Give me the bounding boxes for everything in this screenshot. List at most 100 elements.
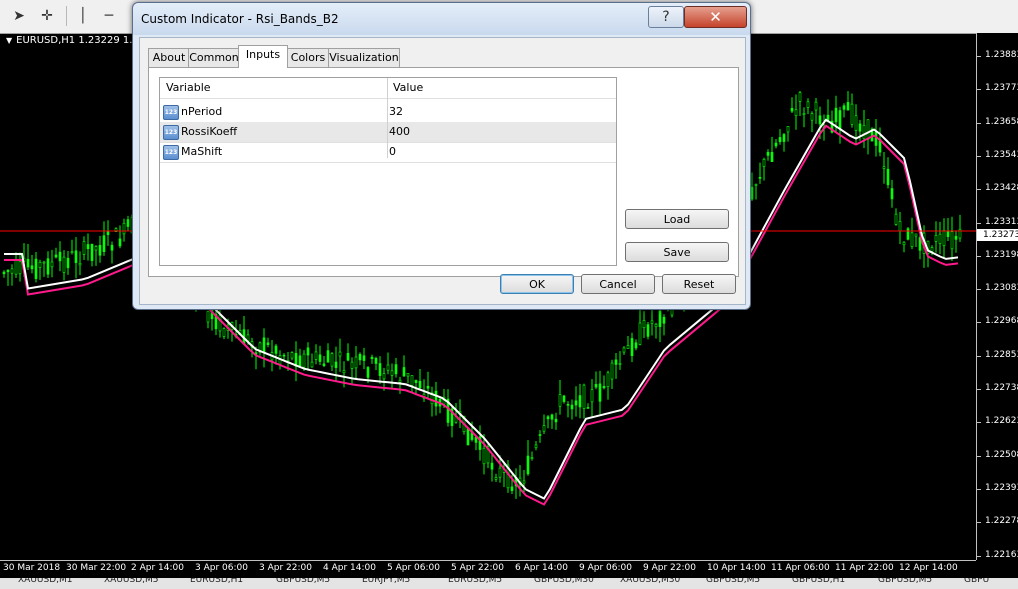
chart-tab[interactable]: EURJPY,M5 <box>362 578 410 585</box>
candle-body <box>622 347 626 353</box>
cancel-button[interactable]: Cancel <box>581 274 655 294</box>
help-icon: ? <box>662 9 670 25</box>
candle-body <box>662 316 666 324</box>
tab-colors[interactable]: Colors <box>286 48 330 67</box>
candle-body <box>882 166 886 169</box>
candle-body <box>914 233 918 237</box>
custom-indicator-dialog: Custom Indicator - Rsi_Bands_B2 ? ✕ Abou… <box>132 2 751 310</box>
price-tick <box>977 522 981 524</box>
load-button[interactable]: Load <box>625 209 729 229</box>
table-row[interactable]: 123 MaShift 0 <box>160 142 616 163</box>
candle-body <box>126 219 130 227</box>
time-label: 3 Apr 22:00 <box>259 563 312 573</box>
candle-body <box>762 159 766 167</box>
price-label: 1.22968 <box>985 316 1018 327</box>
candle-body <box>398 379 402 383</box>
chart-tabs-bar: XAUUSD,M1 XAUUSD,M5 EURUSD,H1 GBPUSD,M5 EURJ… <box>0 578 1018 589</box>
chart-tab[interactable]: GBPUSD,M5 <box>878 578 932 585</box>
dialog-title: Custom Indicator - Rsi_Bands_B2 <box>141 12 339 26</box>
time-label: 12 Apr 14:00 <box>899 563 958 573</box>
ok-button[interactable]: OK <box>500 274 574 294</box>
grid-header: Variable Value <box>160 78 616 99</box>
table-row[interactable]: 123 RossiKoeff 400 <box>160 122 616 143</box>
candle-body <box>34 258 38 279</box>
candle-body <box>750 186 754 200</box>
candle-body <box>946 230 950 238</box>
candle-body <box>934 235 938 242</box>
candle-body <box>418 380 422 389</box>
candle-body <box>774 142 778 147</box>
header-value[interactable]: Value <box>393 78 423 98</box>
price-label: 1.23313 <box>985 216 1018 227</box>
chart-tab[interactable]: GBPU <box>964 578 989 585</box>
candle-body <box>362 355 366 361</box>
candle-body <box>526 455 530 475</box>
candle-body <box>406 373 410 377</box>
candle-body <box>206 311 210 323</box>
chart-tab[interactable]: XAUUSD,M1 <box>18 578 73 585</box>
candle-body <box>346 352 350 361</box>
inputs-grid[interactable]: Variable Value 123 nPeriod 32 123 RossiK… <box>159 77 617 266</box>
variable-value[interactable]: 0 <box>389 142 396 162</box>
candle-body <box>522 480 526 484</box>
time-label: 5 Apr 06:00 <box>387 563 440 573</box>
price-tick <box>977 255 981 257</box>
chart-tab[interactable]: GBPUSD,M30 <box>534 578 594 585</box>
table-row[interactable]: 123 nPeriod 32 <box>160 102 616 123</box>
chart-tab[interactable]: EURUSD,H1 <box>190 578 243 585</box>
tab-about[interactable]: About <box>148 48 190 67</box>
chart-tab[interactable]: GBPUSD,H1 <box>792 578 845 585</box>
candle-body <box>770 152 774 163</box>
price-label: 1.23083 <box>985 283 1018 294</box>
candle-body <box>886 168 890 186</box>
candle-body <box>110 244 114 251</box>
candle-body <box>102 235 106 253</box>
price-label: 1.22853 <box>985 349 1018 360</box>
variable-value[interactable]: 400 <box>389 122 410 142</box>
candle-body <box>58 251 62 262</box>
candle-body <box>954 235 958 240</box>
cursor-tool-icon[interactable]: ➤ <box>8 5 30 27</box>
candle-body <box>358 354 362 361</box>
save-button[interactable]: Save <box>625 242 729 262</box>
horizontal-line-tool-icon[interactable]: ─ <box>98 5 120 27</box>
candle-body <box>570 404 574 410</box>
close-button[interactable]: ✕ <box>684 6 747 28</box>
help-button[interactable]: ? <box>648 6 684 28</box>
tab-visualization[interactable]: Visualization <box>328 48 400 67</box>
chart-tab[interactable]: GBPUSD,M5 <box>706 578 760 585</box>
candle-body <box>78 263 82 266</box>
tab-inputs[interactable]: Inputs <box>238 45 288 68</box>
crosshair-tool-icon[interactable]: ✛ <box>36 5 58 27</box>
candle-body <box>658 310 662 327</box>
candle-body <box>558 394 562 407</box>
tab-common[interactable]: Common <box>188 48 240 67</box>
dialog-titlebar[interactable]: Custom Indicator - Rsi_Bands_B2 ? ✕ <box>133 3 750 35</box>
price-axis: 1.23883 1.23773 1.23658 1.23543 1.23428 1.233… <box>976 33 1018 560</box>
column-divider[interactable] <box>387 78 388 158</box>
candle-body <box>118 238 122 247</box>
variable-value[interactable]: 32 <box>389 102 403 122</box>
vertical-line-tool-icon[interactable]: │ <box>72 5 94 27</box>
price-tick <box>977 56 981 57</box>
candle-body <box>842 105 846 110</box>
candle-body <box>350 361 354 369</box>
chart-tab[interactable]: XAUUSD,M5 <box>104 578 159 585</box>
time-label: 6 Apr 14:00 <box>515 563 568 573</box>
candle-body <box>654 323 658 328</box>
reset-button[interactable]: Reset <box>662 274 736 294</box>
candle-body <box>854 115 858 131</box>
chart-tab[interactable]: EURUSD,M5 <box>448 578 502 585</box>
chart-symbol-label: ▼ EURUSD,H1 1.23229 1.23 <box>6 35 145 46</box>
chart-tab[interactable]: GBPUSD,M5 <box>276 578 330 585</box>
chart-tab[interactable]: XAUUSD,M30 <box>620 578 680 585</box>
candle-body <box>290 352 294 359</box>
candle-body <box>94 246 98 251</box>
header-variable[interactable]: Variable <box>166 78 211 98</box>
candle-body <box>798 92 802 102</box>
candle-body <box>814 101 818 111</box>
candle-body <box>754 184 758 186</box>
price-label: 1.23543 <box>985 149 1018 160</box>
price-tick <box>977 289 981 291</box>
time-label: 4 Apr 14:00 <box>323 563 376 573</box>
